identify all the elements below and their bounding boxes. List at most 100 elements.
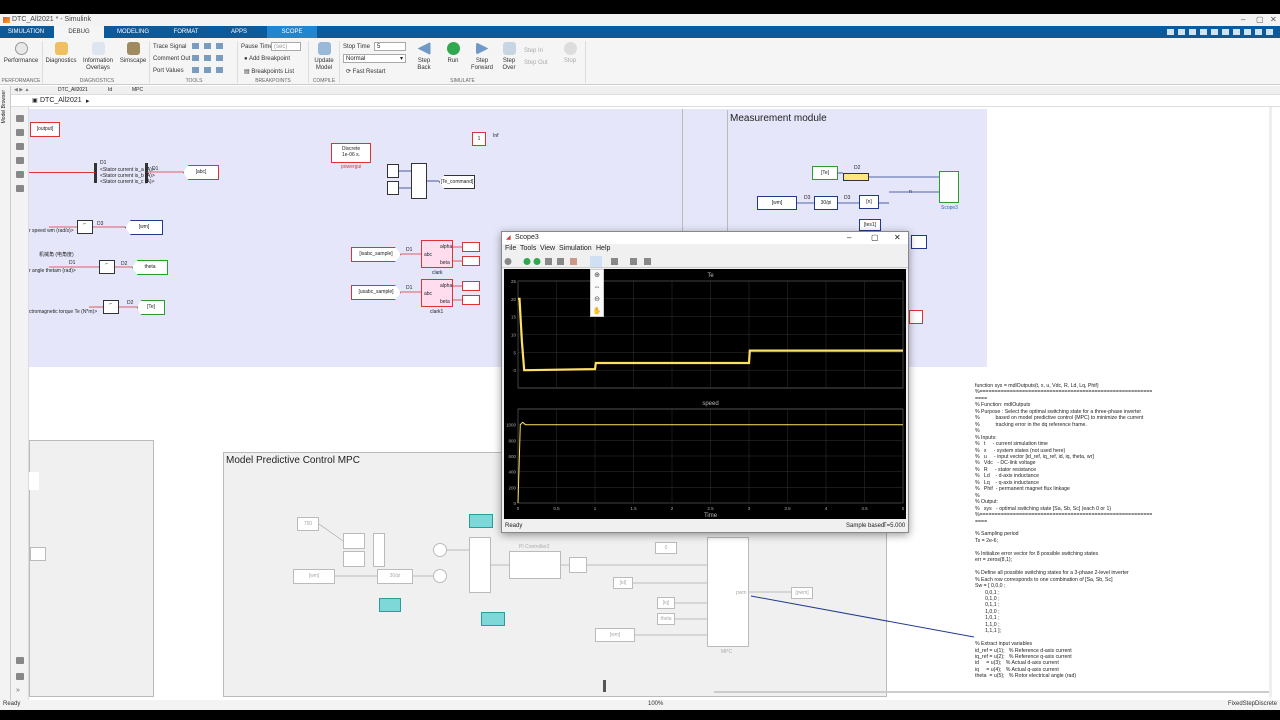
- tab-modeling[interactable]: MODELING: [112, 26, 154, 38]
- performance-button[interactable]: Performance: [2, 42, 40, 65]
- tools-small-icons[interactable]: [192, 42, 232, 76]
- model-tab-id[interactable]: Id: [108, 87, 112, 93]
- image-icon[interactable]: [16, 171, 24, 178]
- fast-restart-toggle[interactable]: ⟳ Fast Restart: [346, 68, 385, 75]
- x-tick-label: 4.5: [861, 506, 868, 511]
- zoom-out-icon[interactable]: ⊖: [591, 294, 603, 306]
- step-back-button[interactable]: Step Back: [410, 42, 438, 72]
- tab-debug[interactable]: DEBUG: [54, 26, 104, 38]
- tab-simulation[interactable]: SIMULATION: [5, 26, 47, 38]
- tab-scope[interactable]: SCOPE: [267, 26, 317, 38]
- zoom-dropdown[interactable]: ⊕ ⇔ ⊖ ✋: [590, 269, 604, 317]
- minimize-icon[interactable]: –: [1241, 15, 1245, 24]
- menu-tools[interactable]: Tools: [520, 245, 536, 252]
- annotation-icon[interactable]: [16, 157, 24, 164]
- fit-view-icon[interactable]: [16, 129, 24, 136]
- pan-icon[interactable]: ✋: [591, 306, 603, 318]
- simulation-mode-select[interactable]: Normal ▾: [343, 54, 406, 63]
- breakpoints-list-button[interactable]: ▤ Breakpoints List: [244, 68, 294, 75]
- scope-plots[interactable]: Te0510152025 speed020040060080010000 0.5 1…: [504, 269, 906, 519]
- scope-minimize-icon[interactable]: –: [847, 233, 851, 242]
- simulation-mode-value: Normal: [346, 56, 366, 62]
- step-forward-label-2: Forward: [470, 65, 493, 71]
- trace-signal-button[interactable]: Trace Signal: [153, 44, 186, 50]
- x-tick-label: 0.5: [553, 506, 560, 511]
- breadcrumb-model[interactable]: DTC_All2021: [40, 97, 82, 104]
- gauge-icon: [14, 42, 28, 55]
- diagnostics-icon: [54, 42, 68, 55]
- model-browser-label[interactable]: Model Browser: [1, 90, 10, 123]
- menu-view[interactable]: View: [540, 245, 555, 252]
- update-model-label-1: Update: [314, 58, 334, 64]
- quick-access-icons[interactable]: [1165, 28, 1275, 36]
- section-compile: COMPILE: [312, 78, 336, 84]
- tab-apps[interactable]: APPS: [218, 26, 260, 38]
- menu-help[interactable]: Help: [596, 245, 610, 252]
- comment-out-button[interactable]: Comment Out: [153, 56, 190, 62]
- performance-label: Performance: [3, 58, 39, 64]
- scope-close-icon[interactable]: ✕: [894, 233, 901, 242]
- model-browser-strip[interactable]: Model Browser: [0, 86, 11, 700]
- tab-format[interactable]: FORMAT: [165, 26, 207, 38]
- zoom-x-icon[interactable]: ⇔: [591, 282, 603, 294]
- step-over-button[interactable]: Step Over: [497, 42, 521, 72]
- run-button[interactable]: Run: [440, 42, 466, 65]
- model-tab-main[interactable]: DTC_All2021: [58, 87, 88, 93]
- checkbox-icon[interactable]: [16, 185, 24, 192]
- canvas-scroll-indicator[interactable]: [603, 680, 606, 692]
- port-values-button[interactable]: Port Values: [153, 68, 184, 74]
- expand-icon[interactable]: »: [16, 687, 24, 694]
- code-annotation: function sys = mdlOutputs(t, x, u, Vdc, …: [975, 383, 1180, 688]
- breadcrumb: ▣ DTC_All2021 ▸: [10, 96, 1280, 107]
- nav-arrows-icon[interactable]: ◀ ▶ ▲: [14, 87, 29, 93]
- speed-plot[interactable]: speed020040060080010000 0.5 1 1.5 2 2.5 3 3.5 4 4…: [506, 401, 905, 519]
- section-performance: PERFORMANCE: [1, 78, 41, 84]
- screen-bottom-bar: [0, 710, 1280, 720]
- scope-title: Scope3: [515, 234, 539, 241]
- menu-simulation[interactable]: Simulation: [559, 245, 592, 252]
- vertical-scrollbar[interactable]: [1269, 107, 1272, 697]
- diagnostics-button[interactable]: Diagnostics: [44, 42, 78, 65]
- step-in-button[interactable]: Step In: [524, 48, 543, 54]
- step-back-label-1: Step: [417, 58, 431, 64]
- scope-window[interactable]: ◢ Scope3 – ▢ ✕ File Tools View Simulatio…: [501, 231, 909, 533]
- add-breakpoint-button[interactable]: ● Add Breakpoint: [244, 56, 290, 62]
- information-overlays-button[interactable]: Information Overlays: [80, 42, 116, 72]
- camera-icon[interactable]: [16, 657, 24, 664]
- pause-time-input[interactable]: (sec): [271, 42, 301, 51]
- simscape-button[interactable]: Simscape: [118, 42, 148, 65]
- maximize-icon[interactable]: ▢: [1256, 15, 1264, 24]
- close-icon[interactable]: ✕: [1270, 15, 1277, 24]
- y-tick-label: 20: [511, 297, 517, 302]
- y-tick-label: 1000: [506, 423, 517, 428]
- scope-maximize-icon[interactable]: ▢: [871, 233, 879, 242]
- code-line: %=======================================…: [975, 512, 1153, 519]
- te-plot[interactable]: Te0510152025: [511, 273, 904, 389]
- arrow-right-icon[interactable]: [16, 143, 24, 150]
- canvas-toolbar: »: [11, 107, 29, 700]
- code-line: theta = u(5); % Rotor electrical angle (…: [975, 673, 1077, 680]
- matlab-logo-icon: [3, 17, 10, 23]
- menu-file[interactable]: File: [505, 245, 516, 252]
- step-forward-button[interactable]: Step Forward: [468, 42, 496, 72]
- update-model-label-2: Model: [315, 65, 333, 71]
- step-back-icon: [417, 42, 431, 55]
- horizontal-scrollbar[interactable]: [714, 691, 1269, 693]
- section-diagnostics: DIAGNOSTICS: [79, 78, 115, 84]
- step-out-button[interactable]: Step Out: [524, 60, 548, 66]
- update-model-button[interactable]: Update Model: [310, 42, 338, 72]
- status-text: Ready: [3, 701, 21, 707]
- simscape-icon: [126, 42, 140, 55]
- y-tick-label: 400: [508, 470, 516, 475]
- scope-toolbar-icons[interactable]: [502, 255, 662, 268]
- zoom-icon[interactable]: [16, 115, 24, 122]
- scope-statusbar: Ready Sample based T=5.000: [502, 520, 908, 532]
- hierarchy-icon[interactable]: [16, 673, 24, 680]
- y-tick-label: 800: [508, 438, 516, 443]
- model-tab-mpc[interactable]: MPC: [132, 87, 143, 93]
- stop-button[interactable]: Stop: [560, 42, 580, 65]
- fast-restart-label: Fast Restart: [352, 69, 386, 75]
- information-label: Information: [82, 58, 113, 64]
- stop-time-input[interactable]: 5: [374, 42, 406, 51]
- zoom-in-icon[interactable]: ⊕: [591, 270, 603, 282]
